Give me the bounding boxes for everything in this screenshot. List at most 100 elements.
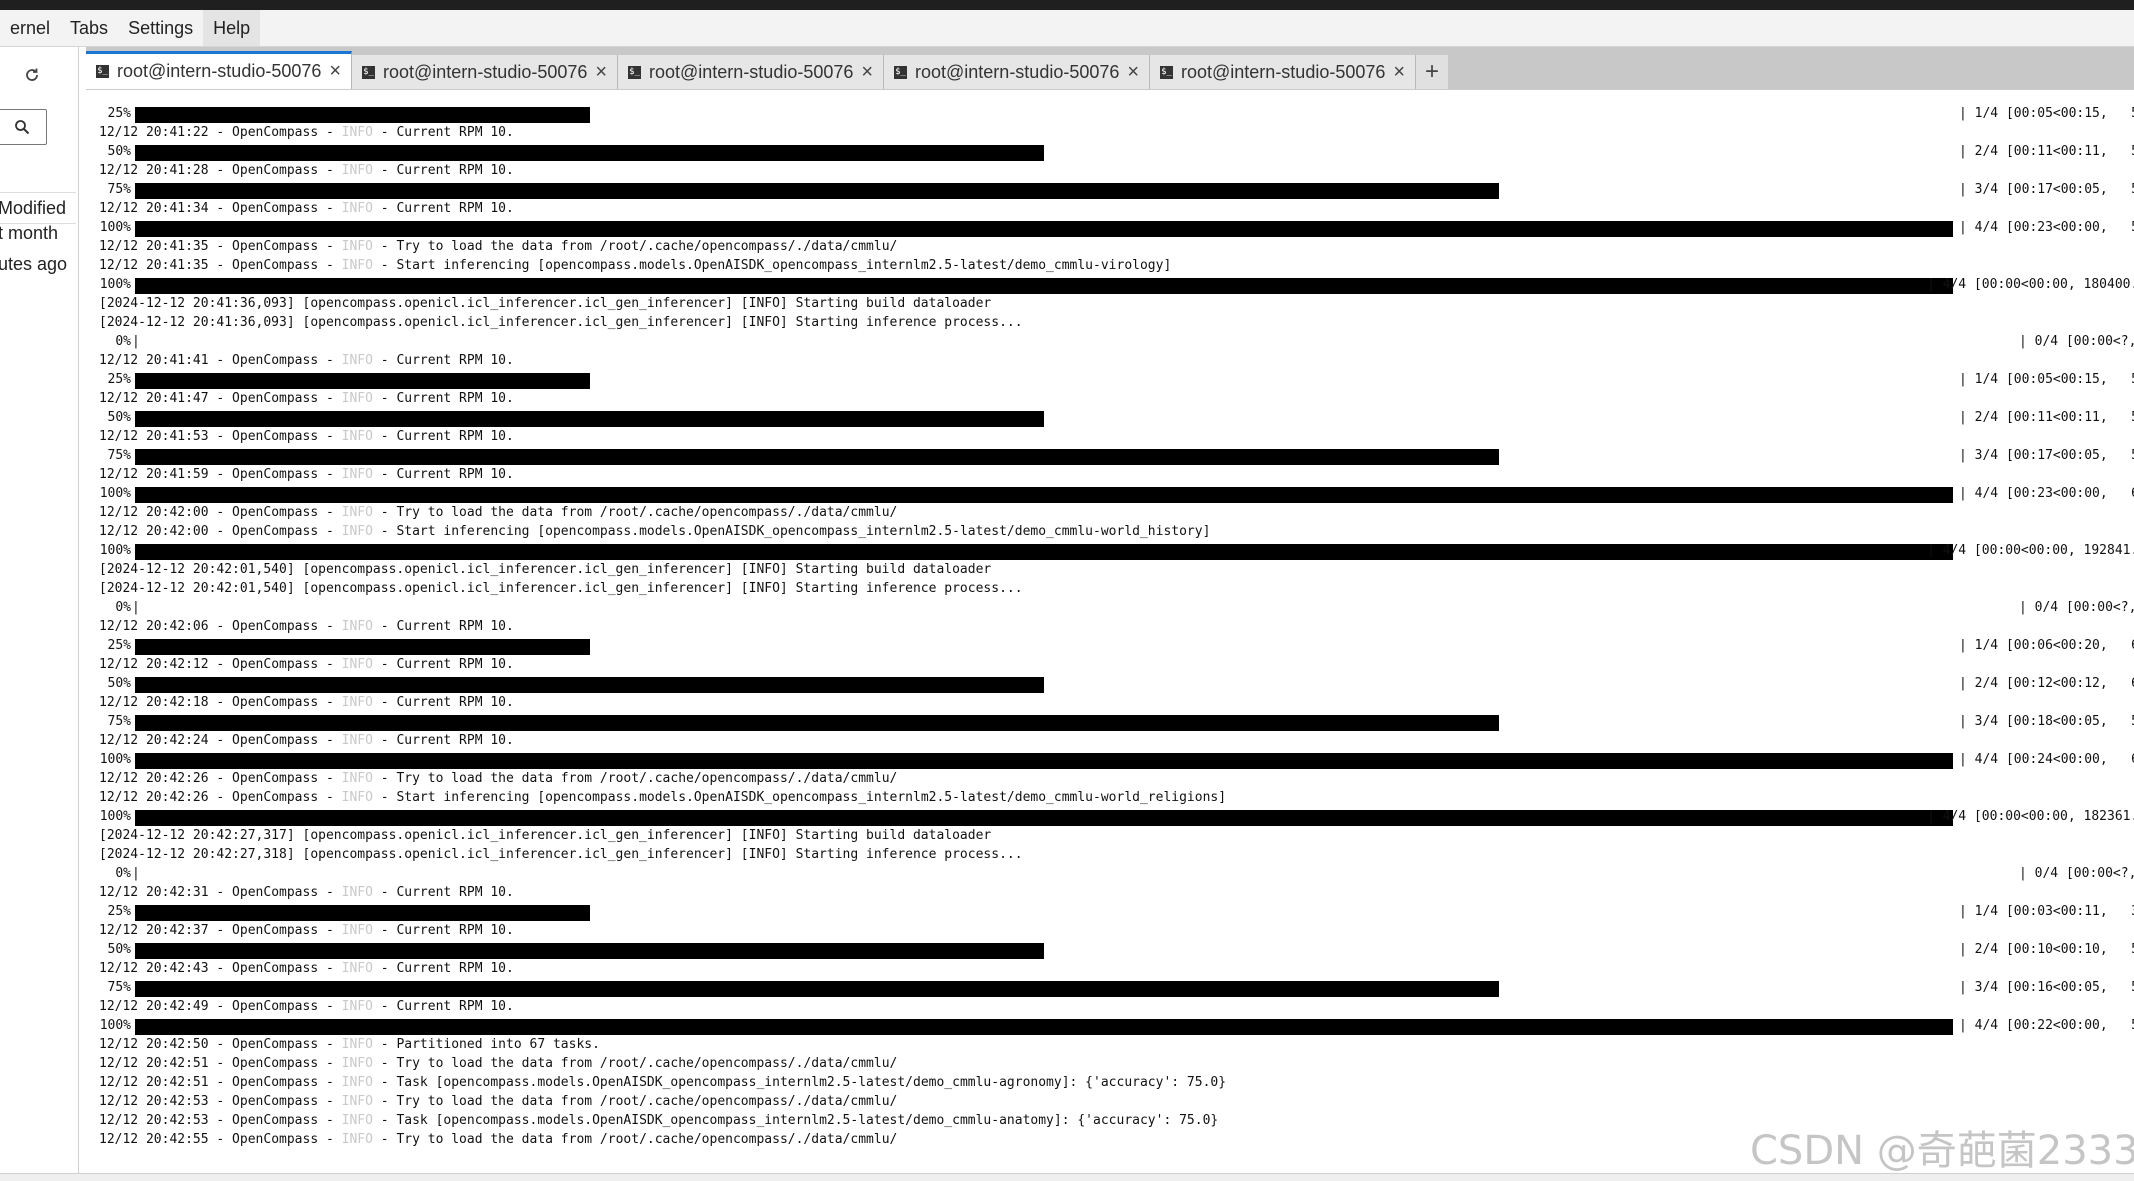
terminal-icon: $_ — [362, 65, 375, 79]
menu-kernel[interactable]: ernel — [0, 10, 60, 46]
progress-bar-fill — [135, 221, 1953, 237]
log-message: Current RPM 10. — [396, 201, 514, 216]
log-source: - OpenCompass - — [208, 258, 342, 273]
progress-line: 0% | | 0/4 [00:00<?, — [99, 598, 2134, 617]
raw-log-line: [2024-12-12 20:41:36,093] [opencompass.o… — [99, 296, 992, 311]
log-message: Task [opencompass.models.OpenAISDK_openc… — [396, 1075, 1227, 1090]
log-line: 12/12 20:42:50 - OpenCompass - INFO - Pa… — [99, 1035, 2134, 1054]
progress-line: 25%|| 1/4 [00:06<00:20, 6. — [99, 636, 2134, 655]
progress-percent: 25% — [107, 372, 131, 387]
raw-log-line: [2024-12-12 20:42:01,540] [opencompass.o… — [99, 581, 1023, 596]
log-separator: - — [372, 771, 397, 786]
progress-percent: 75% — [107, 980, 131, 995]
log-message: Current RPM 10. — [396, 429, 514, 444]
refresh-icon[interactable] — [20, 63, 44, 87]
progress-line: 25%|| 1/4 [00:05<00:15, 5. — [99, 104, 2134, 123]
close-icon[interactable]: × — [329, 60, 341, 83]
progress-percent: 50% — [107, 676, 131, 691]
close-icon[interactable]: × — [1393, 61, 1405, 84]
log-message: Current RPM 10. — [396, 353, 514, 368]
close-icon[interactable]: × — [1127, 61, 1139, 84]
log-message: Current RPM 10. — [396, 695, 514, 710]
log-separator: - — [372, 391, 397, 406]
terminal-tab[interactable]: $_ root@intern-studio-50076 × — [618, 55, 884, 89]
progress-bar-fill — [135, 145, 1044, 161]
terminal-tab[interactable]: $_ root@intern-studio-50076 × — [1150, 55, 1416, 89]
raw-log-line: [2024-12-12 20:42:27,317] [opencompass.o… — [99, 828, 992, 843]
menu-tabs[interactable]: Tabs — [60, 10, 118, 46]
log-level: INFO — [341, 961, 373, 976]
close-icon[interactable]: × — [861, 61, 873, 84]
progress-percent: 25% — [107, 106, 131, 121]
file-row-modified[interactable]: t month — [0, 223, 76, 244]
progress-stats: | 3/4 [00:17<00:05, 5. — [1959, 448, 2134, 463]
log-level: INFO — [341, 885, 373, 900]
terminal-tab[interactable]: $_ root@intern-studio-50076 × — [352, 55, 618, 89]
progress-stats: | 3/4 [00:17<00:05, 5. — [1959, 182, 2134, 197]
log-separator: - — [372, 923, 397, 938]
log-level: INFO — [341, 429, 373, 444]
log-line: 12/12 20:41:41 - OpenCompass - INFO - Cu… — [99, 351, 2134, 370]
progress-line: 50%|| 2/4 [00:11<00:11, 5. — [99, 142, 2134, 161]
log-level: INFO — [341, 391, 373, 406]
log-source: - OpenCompass - — [208, 733, 342, 748]
terminal-tab[interactable]: $_ root@intern-studio-50076 × — [86, 51, 352, 89]
log-line: 12/12 20:42:00 - OpenCompass - INFO - St… — [99, 522, 2134, 541]
log-source: - OpenCompass - — [208, 1132, 342, 1147]
search-icon[interactable] — [0, 109, 47, 145]
log-source: - OpenCompass - — [208, 467, 342, 482]
log-timestamp: 12/12 20:42:26 — [99, 790, 209, 805]
progress-stats: | 1/4 [00:06<00:20, 6. — [1959, 638, 2134, 653]
log-timestamp: 12/12 20:42:43 — [99, 961, 209, 976]
progress-percent: 50% — [107, 410, 131, 425]
progress-line: 75%|| 3/4 [00:17<00:05, 5. — [99, 180, 2134, 199]
progress-bar-fill — [135, 981, 1499, 997]
menu-settings[interactable]: Settings — [118, 10, 203, 46]
log-message: Current RPM 10. — [396, 961, 514, 976]
menu-help[interactable]: Help — [203, 10, 261, 46]
log-level: INFO — [341, 163, 373, 178]
log-message: Try to load the data from /root/.cache/o… — [396, 505, 898, 520]
progress-percent: 0% — [115, 866, 131, 881]
log-level: INFO — [341, 619, 373, 634]
log-line: 12/12 20:41:35 - OpenCompass - INFO - Tr… — [99, 237, 2134, 256]
progress-bar-fill — [135, 753, 1953, 769]
log-timestamp: 12/12 20:42:18 — [99, 695, 209, 710]
new-tab-button[interactable]: + — [1416, 55, 1448, 89]
log-timestamp: 12/12 20:41:34 — [99, 201, 209, 216]
log-message: Try to load the data from /root/.cache/o… — [396, 771, 898, 786]
log-source: - OpenCompass - — [208, 771, 342, 786]
log-message: Current RPM 10. — [396, 163, 514, 178]
progress-percent: 75% — [107, 714, 131, 729]
progress-stats: | 4/4 [00:00<00:00, 180400. — [1927, 277, 2134, 292]
progress-percent: 75% — [107, 448, 131, 463]
log-level: INFO — [341, 695, 373, 710]
log-timestamp: 12/12 20:42:12 — [99, 657, 209, 672]
terminal-output[interactable]: 25%|| 1/4 [00:05<00:15, 5. 12/12 20:41:22… — [86, 89, 2134, 1174]
file-row-modified[interactable]: utes ago — [0, 254, 76, 275]
log-timestamp: 12/12 20:41:53 — [99, 429, 209, 444]
progress-line: 25%|| 1/4 [00:03<00:11, 3. — [99, 902, 2134, 921]
log-separator: - — [372, 961, 397, 976]
terminal-tab[interactable]: $_ root@intern-studio-50076 × — [884, 55, 1150, 89]
log-separator: - — [372, 353, 397, 368]
log-timestamp: 12/12 20:41:22 — [99, 125, 209, 140]
progress-stats: | 0/4 [00:00<?, — [2019, 600, 2134, 615]
progress-line: 100%|| 4/4 [00:00<00:00, 180400. — [99, 275, 2134, 294]
log-source: - OpenCompass - — [208, 790, 342, 805]
column-header-modified[interactable]: Modified — [0, 192, 76, 224]
log-line: 12/12 20:41:59 - OpenCompass - INFO - Cu… — [99, 465, 2134, 484]
tab-label: root@intern-studio-50076 — [1181, 61, 1386, 82]
watermark: CSDN @奇葩菌2333 — [1750, 1128, 2134, 1174]
progress-stats: | 4/4 [00:23<00:00, 6. — [1959, 486, 2134, 501]
progress-stats: | 2/4 [00:10<00:10, 5. — [1959, 942, 2134, 957]
log-line: 12/12 20:41:28 - OpenCompass - INFO - Cu… — [99, 161, 2134, 180]
log-level: INFO — [341, 657, 373, 672]
log-level: INFO — [341, 999, 373, 1014]
log-line: 12/12 20:42:06 - OpenCompass - INFO - Cu… — [99, 617, 2134, 636]
log-timestamp: 12/12 20:42:24 — [99, 733, 209, 748]
log-separator: - — [372, 1094, 397, 1109]
close-icon[interactable]: × — [595, 61, 607, 84]
log-timestamp: 12/12 20:42:31 — [99, 885, 209, 900]
progress-line: 75%|| 3/4 [00:18<00:05, 5. — [99, 712, 2134, 731]
